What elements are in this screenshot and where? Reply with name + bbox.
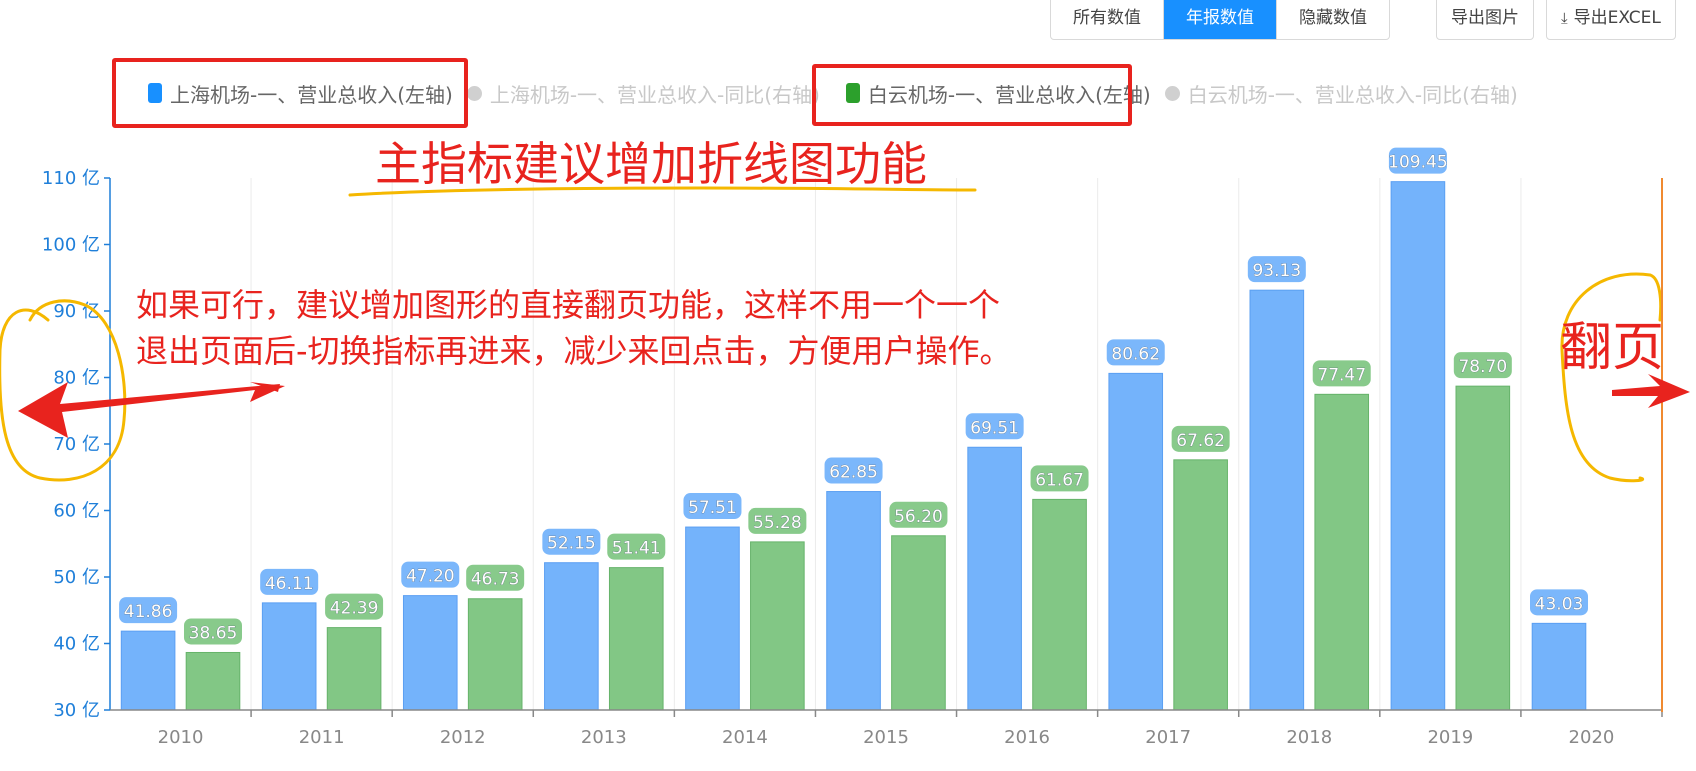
- data-label: 46.11: [265, 574, 314, 594]
- x-tick-label: 2014: [722, 727, 768, 748]
- bar-chart: 30 亿40 亿50 亿60 亿70 亿80 亿90 亿100 亿110 亿20…: [0, 147, 1690, 748]
- data-label: 43.03: [1535, 594, 1584, 614]
- bar: [120, 630, 176, 711]
- data-label: 67.62: [1176, 431, 1225, 451]
- y-tick-label: 70 亿: [53, 434, 100, 455]
- data-label: 93.13: [1252, 261, 1301, 281]
- data-label: 56.20: [894, 507, 943, 527]
- x-tick-label: 2017: [1145, 727, 1191, 748]
- x-tick-label: 2020: [1569, 727, 1615, 748]
- annotation-paging-line2: 退出页面后-切换指标再进来，减少来回点击，方便用户操作。: [136, 332, 1012, 370]
- bar: [1531, 622, 1587, 711]
- x-tick-label: 2016: [1004, 727, 1050, 748]
- bar: [261, 602, 317, 711]
- y-tick-label: 100 亿: [42, 235, 100, 256]
- y-tick-label: 60 亿: [53, 501, 100, 522]
- bar: [1249, 289, 1305, 711]
- y-tick-label: 110 亿: [42, 168, 100, 189]
- data-label: 78.70: [1458, 357, 1507, 377]
- x-tick-label: 2011: [299, 727, 345, 748]
- y-tick-label: 40 亿: [53, 634, 100, 655]
- y-tick-label: 30 亿: [53, 700, 100, 721]
- data-label: 42.39: [330, 599, 379, 619]
- x-tick-label: 2012: [440, 727, 486, 748]
- bar: [544, 562, 599, 711]
- x-tick-label: 2019: [1427, 727, 1473, 748]
- annotation-paging-line1: 如果可行，建议增加图形的直接翻页功能，这样不用一个一个: [136, 286, 1001, 324]
- x-tick-label: 2018: [1286, 727, 1332, 748]
- bar: [1173, 459, 1228, 711]
- data-label: 62.85: [829, 463, 878, 483]
- bar: [685, 526, 740, 711]
- bar: [185, 651, 241, 711]
- y-tick-label: 80 亿: [53, 368, 100, 389]
- bar: [1314, 393, 1370, 711]
- data-label: 57.51: [688, 498, 737, 518]
- bar: [467, 598, 523, 711]
- bar: [750, 541, 805, 711]
- bar: [608, 567, 664, 711]
- y-tick-label: 50 亿: [53, 567, 100, 588]
- data-label: 109.45: [1388, 153, 1447, 173]
- bar: [326, 627, 382, 711]
- bar: [1032, 498, 1087, 711]
- data-label: 47.20: [406, 567, 455, 587]
- bar: [1455, 385, 1511, 711]
- data-label: 80.62: [1111, 344, 1160, 364]
- bar-layer: [120, 181, 1587, 711]
- bar: [826, 491, 881, 711]
- data-label: 51.41: [612, 539, 661, 559]
- bar: [967, 446, 1022, 711]
- x-tick-label: 2015: [863, 727, 909, 748]
- data-label: 55.28: [753, 513, 802, 533]
- data-label: 77.47: [1317, 365, 1366, 385]
- data-label: 69.51: [970, 418, 1019, 438]
- red-arrow-left: [18, 382, 285, 438]
- data-label: 61.67: [1035, 470, 1084, 490]
- annotation-page-turn: 翻页: [1560, 318, 1665, 378]
- bar: [1108, 372, 1164, 711]
- x-tick-label: 2010: [158, 727, 204, 748]
- data-label: 38.65: [189, 623, 238, 643]
- x-tick-label: 2013: [581, 727, 627, 748]
- data-label: 52.15: [547, 534, 596, 554]
- data-label: 46.73: [471, 570, 520, 590]
- bar: [402, 595, 458, 711]
- annotation-main-suggestion: 主指标建议增加折线图功能: [375, 137, 927, 191]
- data-label: 41.86: [124, 602, 173, 622]
- bar: [891, 535, 946, 711]
- bar: [1390, 181, 1446, 711]
